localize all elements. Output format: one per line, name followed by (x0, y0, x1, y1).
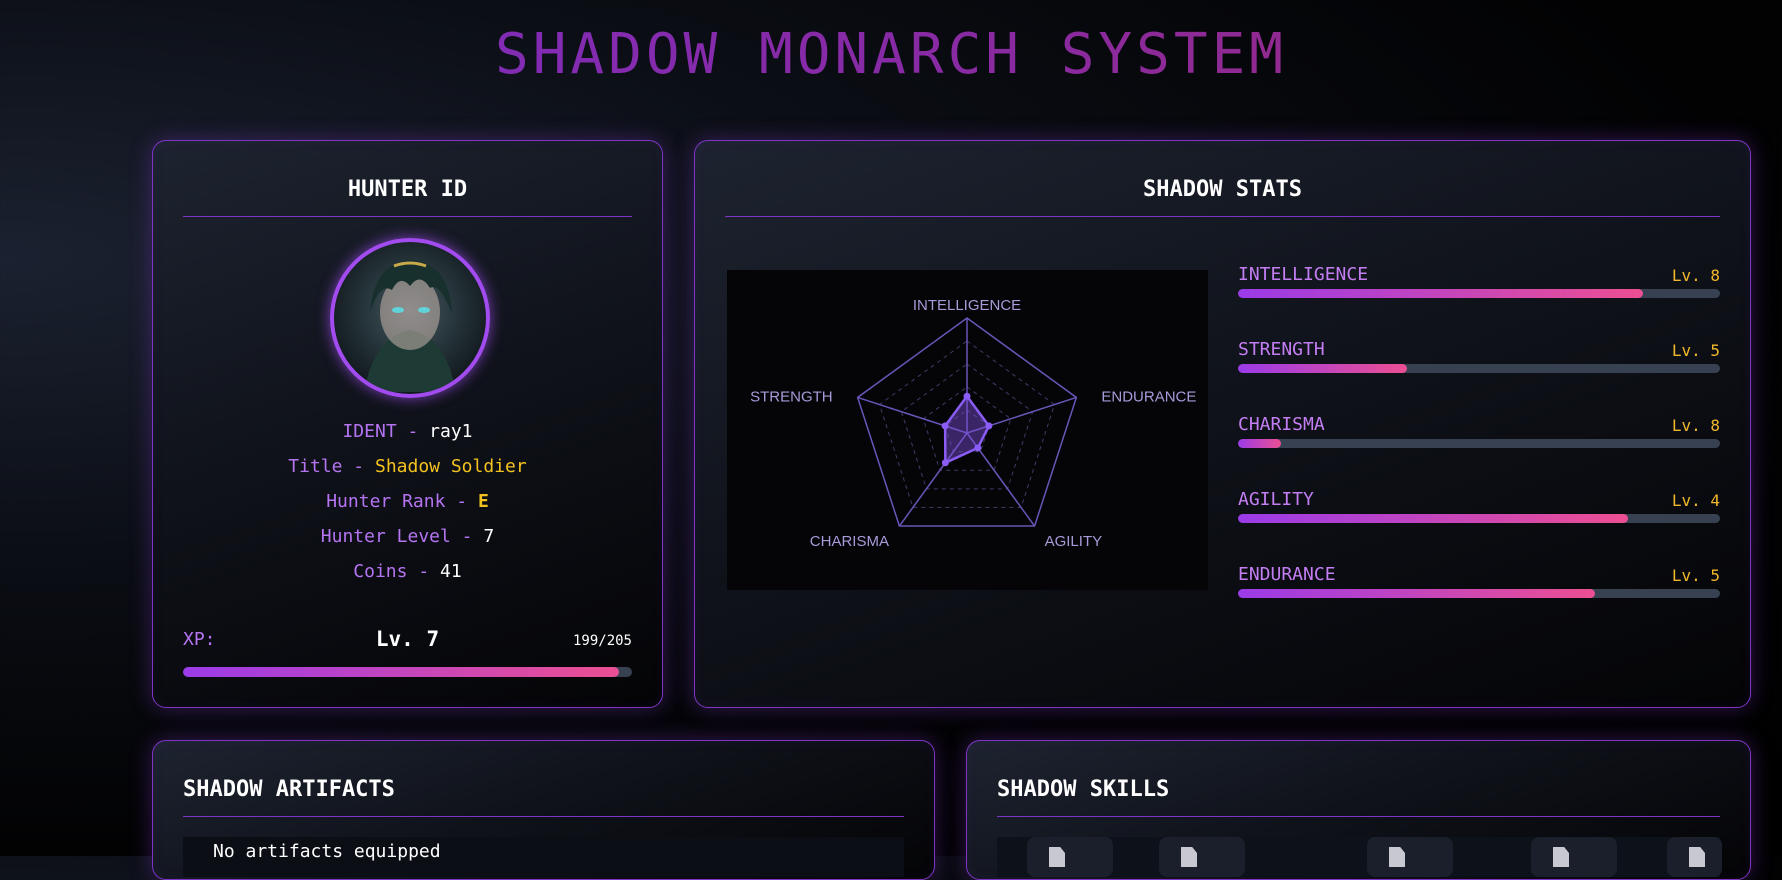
stat-level: Lv. 5 (1671, 341, 1720, 360)
stat-level: Lv. 5 (1671, 566, 1720, 585)
file-icon (1689, 847, 1705, 867)
radar-data-point (941, 422, 949, 430)
radar-data-point (941, 459, 949, 467)
level-label: Hunter Level - (320, 526, 484, 547)
avatar-image (364, 260, 456, 392)
file-icon (1389, 847, 1405, 867)
skill-card[interactable] (1667, 837, 1722, 877)
radar-axis-label: AGILITY (1045, 533, 1103, 550)
title-row: Title - Shadow Soldier (153, 456, 662, 477)
stat-row-agility: AGILITY Lv. 4 (1238, 489, 1720, 529)
shadow-artifacts-heading: SHADOW ARTIFACTS (183, 777, 904, 817)
radar-chart: INTELLIGENCE ENDURANCE AGILITY CHARISMA STRE… (727, 270, 1208, 590)
shadow-skills-heading: SHADOW SKILLS (997, 777, 1720, 817)
stat-level: Lv. 8 (1671, 266, 1720, 285)
radar-axis-label: CHARISMA (810, 533, 889, 550)
stat-row-charisma: CHARISMA Lv. 8 (1238, 414, 1720, 454)
shadow-stats-panel: SHADOW STATS INTELLIGENCE ENDURANCE AGILIT… (694, 140, 1751, 708)
stat-progress-bar (1238, 589, 1720, 598)
ident-row: IDENT - ray1 (153, 421, 662, 442)
hunter-id-panel: HUNTER ID IDENT - ray1 Title - Shadow So… (152, 140, 663, 708)
stat-progress-bar (1238, 289, 1720, 298)
radar-axis-label: INTELLIGENCE (913, 297, 1021, 314)
stat-progress-fill (1238, 364, 1407, 373)
radar-data-point (963, 392, 971, 400)
radar-data-point (974, 444, 982, 452)
skill-card[interactable] (1027, 837, 1113, 877)
xp-count: 199/205 (572, 633, 632, 649)
stat-row-strength: STRENGTH Lv. 5 (1238, 339, 1720, 379)
file-icon (1049, 847, 1065, 867)
stat-level: Lv. 4 (1671, 491, 1720, 510)
coins-value: 41 (440, 561, 462, 582)
stat-progress-bar (1238, 514, 1720, 523)
rank-label: Hunter Rank - (326, 491, 478, 512)
stat-name: INTELLIGENCE (1238, 264, 1369, 285)
stat-progress-fill (1238, 289, 1643, 298)
level-row: Hunter Level - 7 (153, 526, 662, 547)
stat-progress-fill (1238, 514, 1629, 523)
rank-row: Hunter Rank - E (153, 491, 662, 512)
stat-row-endurance: ENDURANCE Lv. 5 (1238, 564, 1720, 604)
skill-card[interactable] (1531, 837, 1617, 877)
stat-level: Lv. 8 (1671, 416, 1720, 435)
hunter-id-heading: HUNTER ID (183, 177, 632, 217)
shadow-skills-panel: SHADOW SKILLS (966, 740, 1751, 880)
title-label: Title - (288, 456, 375, 477)
file-icon (1181, 847, 1197, 867)
level-value: 7 (483, 526, 495, 547)
skill-card[interactable] (1159, 837, 1245, 877)
shadow-artifacts-panel: SHADOW ARTIFACTS No artifacts equipped (152, 740, 935, 880)
stat-name: AGILITY (1238, 489, 1314, 510)
skill-card[interactable] (1367, 837, 1453, 877)
stat-name: STRENGTH (1238, 339, 1325, 360)
ident-label: IDENT - (342, 421, 430, 442)
stat-name: ENDURANCE (1238, 564, 1336, 585)
radar-data-area (943, 394, 991, 465)
file-icon (1553, 847, 1569, 867)
ident-value: ray1 (429, 421, 473, 442)
radar-data-point (985, 422, 993, 430)
app-title: SHADOW MONARCH SYSTEM (0, 22, 1782, 87)
stat-progress-bar (1238, 439, 1720, 448)
stat-progress-fill (1238, 589, 1595, 598)
artifacts-empty-text: No artifacts equipped (213, 841, 441, 862)
xp-progress-fill (183, 667, 619, 677)
rank-value: E (477, 491, 489, 512)
coins-row: Coins - 41 (153, 561, 662, 582)
avatar[interactable] (330, 238, 490, 398)
stat-progress-fill (1238, 439, 1282, 448)
stat-row-intelligence: INTELLIGENCE Lv. 8 (1238, 264, 1720, 304)
title-value: Shadow Soldier (374, 456, 527, 477)
stat-progress-bar (1238, 364, 1720, 373)
radar-axis-label: ENDURANCE (1101, 388, 1196, 405)
coins-label: Coins - (353, 561, 440, 582)
shadow-stats-heading: SHADOW STATS (725, 177, 1720, 217)
xp-progress-bar (183, 667, 632, 677)
stat-name: CHARISMA (1238, 414, 1325, 435)
radar-axis-label: STRENGTH (750, 388, 833, 405)
